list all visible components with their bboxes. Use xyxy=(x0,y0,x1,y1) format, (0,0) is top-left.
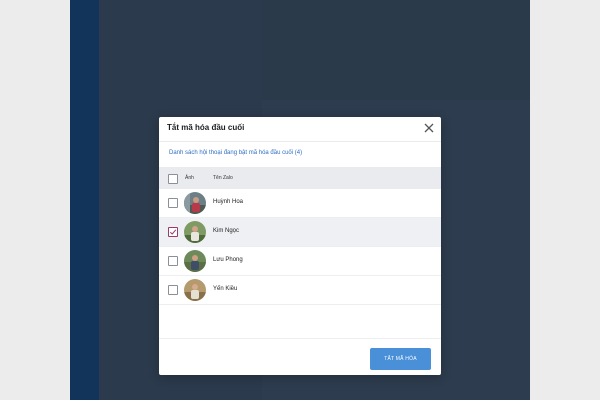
disable-e2e-dialog: Tắt mã hóa đầu cuối Danh sách hội thoại … xyxy=(159,117,441,375)
close-button[interactable] xyxy=(422,121,436,135)
dialog-footer-divider xyxy=(159,338,441,339)
row-checkbox[interactable] xyxy=(168,285,178,295)
column-avatar-label: Ảnh xyxy=(185,175,194,181)
disable-encryption-button[interactable]: TẮT MÃ HÓA xyxy=(370,348,431,370)
conversation-row[interactable]: Lưu Phong xyxy=(159,247,441,276)
avatar xyxy=(184,250,206,272)
avatar xyxy=(184,192,206,214)
conversation-rows: Huỳnh Hoa Kim Ngọc Lưu Phong Yến Kiều xyxy=(159,189,441,305)
row-name: Kim Ngọc xyxy=(213,228,240,234)
table-header: Ảnh Tên Zalo xyxy=(159,167,441,189)
column-name-label: Tên Zalo xyxy=(213,175,233,181)
close-icon xyxy=(424,123,434,133)
row-checkbox[interactable] xyxy=(168,198,178,208)
conversation-row[interactable]: Yến Kiều xyxy=(159,276,441,305)
row-name: Yến Kiều xyxy=(213,286,238,292)
conversation-list-caption: Danh sách hội thoại đang bật mã hóa đầu … xyxy=(169,150,303,156)
conversation-row[interactable]: Huỳnh Hoa xyxy=(159,189,441,218)
chat-header-area xyxy=(262,0,530,100)
app-sidebar xyxy=(70,0,99,400)
avatar xyxy=(184,221,206,243)
avatar xyxy=(184,279,206,301)
row-name: Huỳnh Hoa xyxy=(213,199,244,205)
row-checkbox[interactable] xyxy=(168,227,178,237)
conversation-row[interactable]: Kim Ngọc xyxy=(159,218,441,247)
dialog-header: Tắt mã hóa đầu cuối xyxy=(159,117,441,142)
check-icon xyxy=(169,229,177,235)
row-checkbox[interactable] xyxy=(168,256,178,266)
select-all-checkbox[interactable] xyxy=(168,174,178,184)
dialog-title: Tắt mã hóa đầu cuối xyxy=(167,123,245,132)
row-name: Lưu Phong xyxy=(213,257,243,263)
